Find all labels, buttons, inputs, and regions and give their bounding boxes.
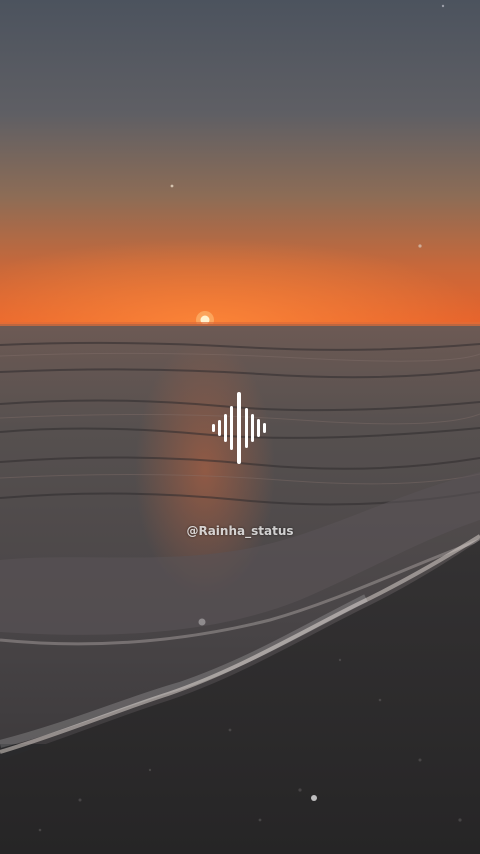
audio-waveform-icon <box>212 392 266 464</box>
watermark-handle: @Rainha_status <box>186 524 294 538</box>
beach-sunset-scene: @Rainha_status <box>0 0 480 854</box>
